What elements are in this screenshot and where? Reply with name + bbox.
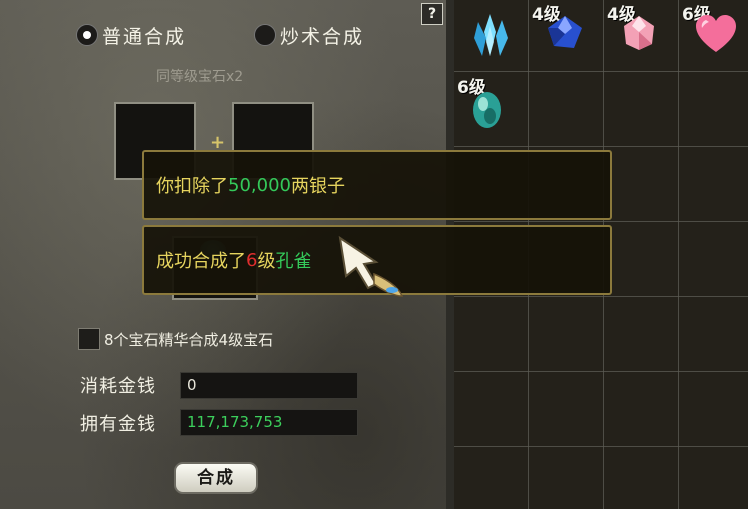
mode-normal-radio[interactable]: 普通合成 bbox=[76, 22, 186, 48]
success-item-name: 孔雀 bbox=[275, 251, 312, 272]
teal-peacock-gem-icon[interactable] bbox=[470, 88, 504, 130]
pink-heart-gem-icon[interactable] bbox=[694, 14, 738, 54]
help-button[interactable]: ? bbox=[421, 3, 443, 25]
success-prefix: 成功合成了 bbox=[156, 251, 246, 272]
synthesis-hint: 同等级宝石x2 bbox=[156, 69, 244, 85]
mode-normal-label: 普通合成 bbox=[102, 25, 187, 48]
sapphire-icon[interactable] bbox=[546, 14, 584, 50]
synthesize-button[interactable]: 合成 bbox=[174, 462, 258, 494]
deduct-prefix: 你扣除了 bbox=[156, 176, 228, 197]
success-level-suffix: 级 bbox=[257, 251, 276, 272]
essence-option-label: 8个宝石精华合成4级宝石 bbox=[104, 330, 274, 349]
essence-checkbox[interactable] bbox=[78, 328, 100, 350]
deduct-amount: 50,000 bbox=[228, 174, 291, 196]
success-level-number: 6 bbox=[246, 249, 258, 271]
mode-special-label: 炒术合成 bbox=[280, 25, 365, 48]
blue-crystal-cluster-icon[interactable] bbox=[468, 12, 512, 60]
cost-field: 0 bbox=[180, 372, 358, 399]
pink-diamond-icon[interactable] bbox=[620, 14, 658, 52]
cost-label: 消耗金钱 bbox=[80, 376, 156, 397]
radio-selected-icon bbox=[76, 24, 98, 46]
essence-option[interactable]: 8个宝石精华合成4级宝石 bbox=[78, 328, 273, 350]
mode-special-radio[interactable]: 炒术合成 bbox=[254, 22, 364, 48]
deduct-suffix: 两银子 bbox=[290, 176, 345, 197]
radio-unselected-icon bbox=[254, 24, 276, 46]
deduct-notice: 你扣除了 50,000 两银子 bbox=[142, 150, 612, 220]
cursor-arrow-icon bbox=[338, 235, 404, 297]
owned-label: 拥有金钱 bbox=[80, 414, 156, 435]
owned-field: 117,173,753 bbox=[180, 409, 358, 436]
